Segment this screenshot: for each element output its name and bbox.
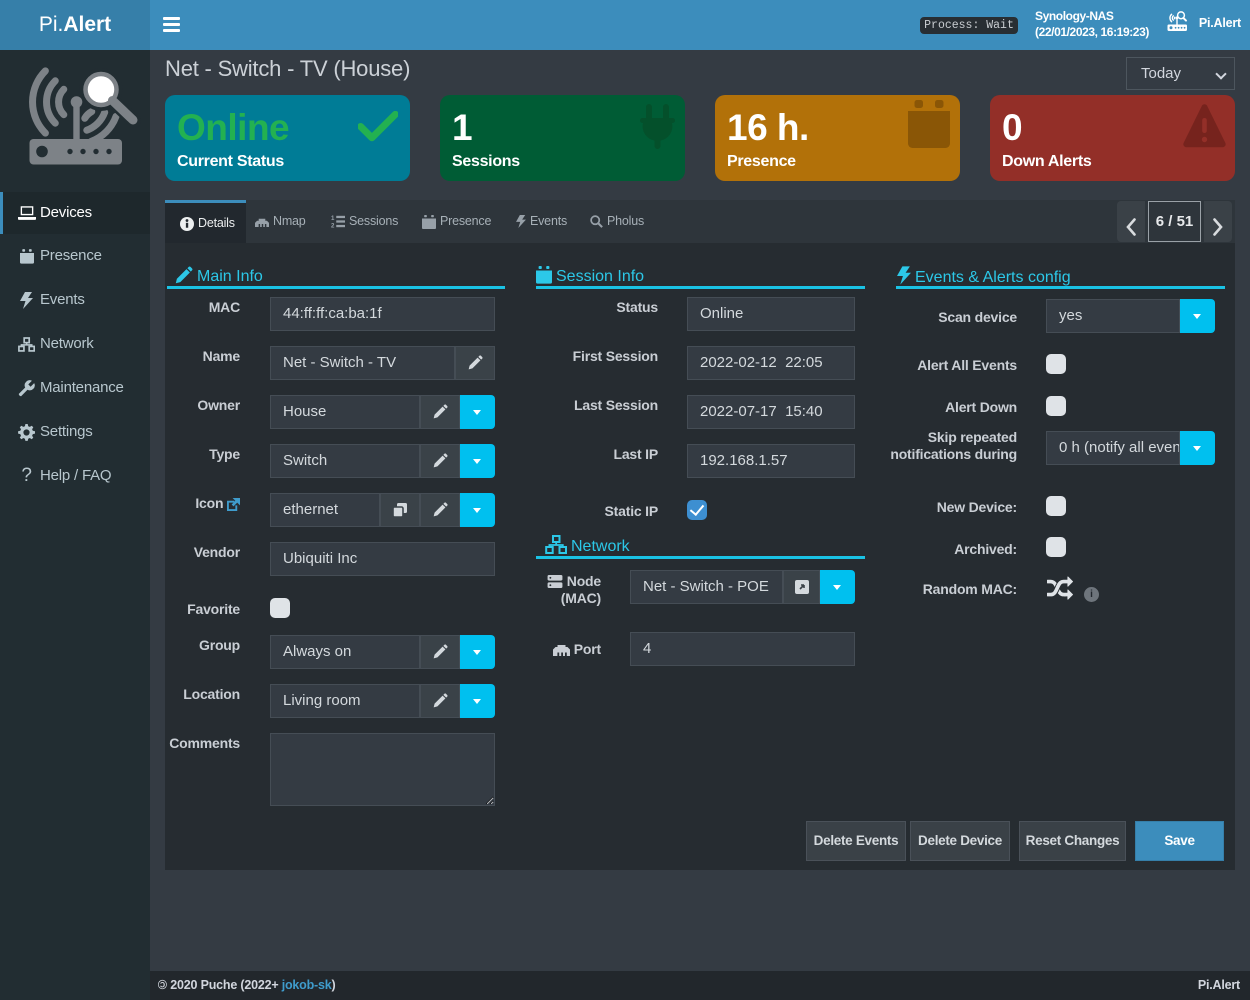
svg-text:2: 2: [331, 223, 335, 228]
svg-text:1: 1: [331, 215, 335, 222]
